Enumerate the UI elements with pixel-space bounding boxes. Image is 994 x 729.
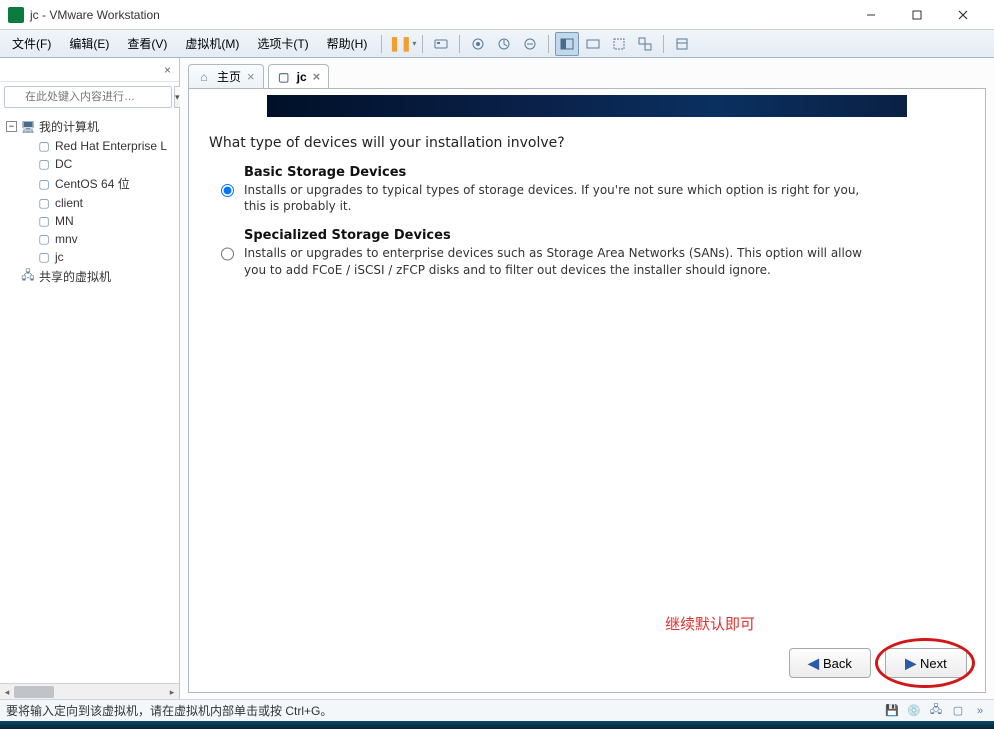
vm-icon: ▢ — [37, 157, 51, 171]
option-specialized[interactable]: Specialized Storage Devices Installs or … — [209, 228, 965, 277]
vm-icon: ▢ — [37, 177, 51, 191]
app-icon — [8, 7, 24, 23]
snapshot-manager-icon[interactable] — [518, 32, 542, 56]
vm-icon: ▢ — [37, 196, 51, 210]
collapse-icon[interactable]: − — [6, 121, 17, 132]
status-network-icon[interactable]: 🖧 — [928, 703, 944, 719]
option-basic-desc: Installs or upgrades to typical types of… — [244, 182, 864, 214]
library-tree: − 🖥 我的计算机 ▢Red Hat Enterprise L ▢DC ▢Cen… — [0, 112, 179, 683]
vm-icon: ▢ — [277, 70, 291, 84]
menubar: 文件(F) 编辑(E) 查看(V) 虚拟机(M) 选项卡(T) 帮助(H) ❚❚… — [0, 30, 994, 58]
next-label: Next — [920, 656, 947, 671]
revert-snapshot-icon[interactable] — [492, 32, 516, 56]
status-display-icon[interactable]: ▢ — [950, 703, 966, 719]
tree-item-centos[interactable]: ▢CentOS 64 位 — [18, 173, 177, 194]
guest-display[interactable]: What type of devices will your installat… — [188, 88, 986, 693]
tab-strip: ⌂ 主页 × ▢ jc × — [180, 58, 994, 88]
hint-text: 要将输入定向到该虚拟机，请在虚拟机内部单击或按 Ctrl+G。 — [6, 702, 332, 719]
sidebar: × 🔍 ▾ − 🖥 我的计算机 ▢Red Hat Enterprise L ▢D… — [0, 58, 180, 699]
power-dropdown[interactable]: ▾ — [412, 39, 416, 48]
installer-banner — [267, 95, 907, 117]
vm-icon: ▢ — [37, 214, 51, 228]
status-disk-icon[interactable]: 💾 — [884, 703, 900, 719]
menu-edit[interactable]: 编辑(E) — [61, 32, 117, 55]
tree-item-mnv[interactable]: ▢mnv — [18, 230, 177, 248]
view-console-icon[interactable] — [555, 32, 579, 56]
view-thumbnail-icon[interactable] — [581, 32, 605, 56]
menu-file[interactable]: 文件(F) — [4, 32, 59, 55]
radio-basic[interactable] — [221, 167, 234, 214]
vm-icon: ▢ — [37, 232, 51, 246]
arrow-right-icon: ▶ — [905, 655, 916, 672]
menu-view[interactable]: 查看(V) — [119, 32, 175, 55]
tree-item-rhel[interactable]: ▢Red Hat Enterprise L — [18, 137, 177, 155]
pause-icon[interactable]: ❚❚ — [388, 32, 412, 56]
home-icon: ⌂ — [197, 70, 211, 84]
tab-label: jc — [297, 70, 307, 84]
maximize-button[interactable] — [894, 1, 940, 29]
menu-help[interactable]: 帮助(H) — [319, 32, 376, 55]
snapshot-icon[interactable] — [466, 32, 490, 56]
tree-item-mn[interactable]: ▢MN — [18, 212, 177, 230]
tab-home[interactable]: ⌂ 主页 × — [188, 64, 264, 88]
arrow-left-icon: ◀ — [808, 655, 819, 672]
option-specialized-title: Specialized Storage Devices — [244, 228, 864, 243]
vm-icon: ▢ — [37, 139, 51, 153]
installer-question: What type of devices will your installat… — [209, 135, 965, 151]
status-more-icon[interactable]: » — [972, 703, 988, 719]
search-input[interactable] — [4, 86, 172, 108]
tree-shared-vms[interactable]: 🖧 共享的虚拟机 — [2, 266, 177, 287]
vm-icon: ▢ — [37, 250, 51, 264]
taskbar-strip — [0, 721, 994, 729]
unity-icon[interactable] — [633, 32, 657, 56]
back-button[interactable]: ◀ Back — [789, 648, 871, 678]
next-button[interactable]: ▶ Next — [885, 648, 967, 678]
tree-item-client[interactable]: ▢client — [18, 194, 177, 212]
tree-item-jc[interactable]: ▢jc — [18, 248, 177, 266]
status-cd-icon[interactable]: 💿 — [906, 703, 922, 719]
sidebar-hscrollbar[interactable]: ◂▸ — [0, 683, 179, 699]
back-label: Back — [823, 656, 852, 671]
option-basic-title: Basic Storage Devices — [244, 165, 864, 180]
library-icon[interactable] — [670, 32, 694, 56]
annotation-text: 继续默认即可 — [665, 613, 755, 634]
tab-jc[interactable]: ▢ jc × — [268, 64, 330, 88]
radio-specialized[interactable] — [221, 230, 234, 277]
tab-label: 主页 — [217, 68, 241, 85]
option-basic[interactable]: Basic Storage Devices Installs or upgrad… — [209, 165, 965, 214]
minimize-button[interactable] — [848, 1, 894, 29]
shared-icon: 🖧 — [21, 270, 35, 284]
computer-icon: 🖥 — [21, 120, 35, 134]
tab-close-icon[interactable]: × — [313, 69, 321, 84]
menu-tabs[interactable]: 选项卡(T) — [249, 32, 316, 55]
fullscreen-icon[interactable] — [607, 32, 631, 56]
sidebar-close-icon[interactable]: × — [160, 61, 175, 79]
window-title: jc - VMware Workstation — [30, 8, 848, 22]
menu-vm[interactable]: 虚拟机(M) — [177, 32, 247, 55]
tree-item-dc[interactable]: ▢DC — [18, 155, 177, 173]
tab-close-icon[interactable]: × — [247, 69, 255, 84]
option-specialized-desc: Installs or upgrades to enterprise devic… — [244, 245, 864, 277]
send-keys-icon[interactable] — [429, 32, 453, 56]
close-button[interactable] — [940, 1, 986, 29]
titlebar: jc - VMware Workstation — [0, 0, 994, 30]
content-area: ⌂ 主页 × ▢ jc × What type of devices will … — [180, 58, 994, 699]
tree-root-mycomputer[interactable]: − 🖥 我的计算机 — [2, 116, 177, 137]
status-bar: 要将输入定向到该虚拟机，请在虚拟机内部单击或按 Ctrl+G。 💾 💿 🖧 ▢ … — [0, 699, 994, 721]
